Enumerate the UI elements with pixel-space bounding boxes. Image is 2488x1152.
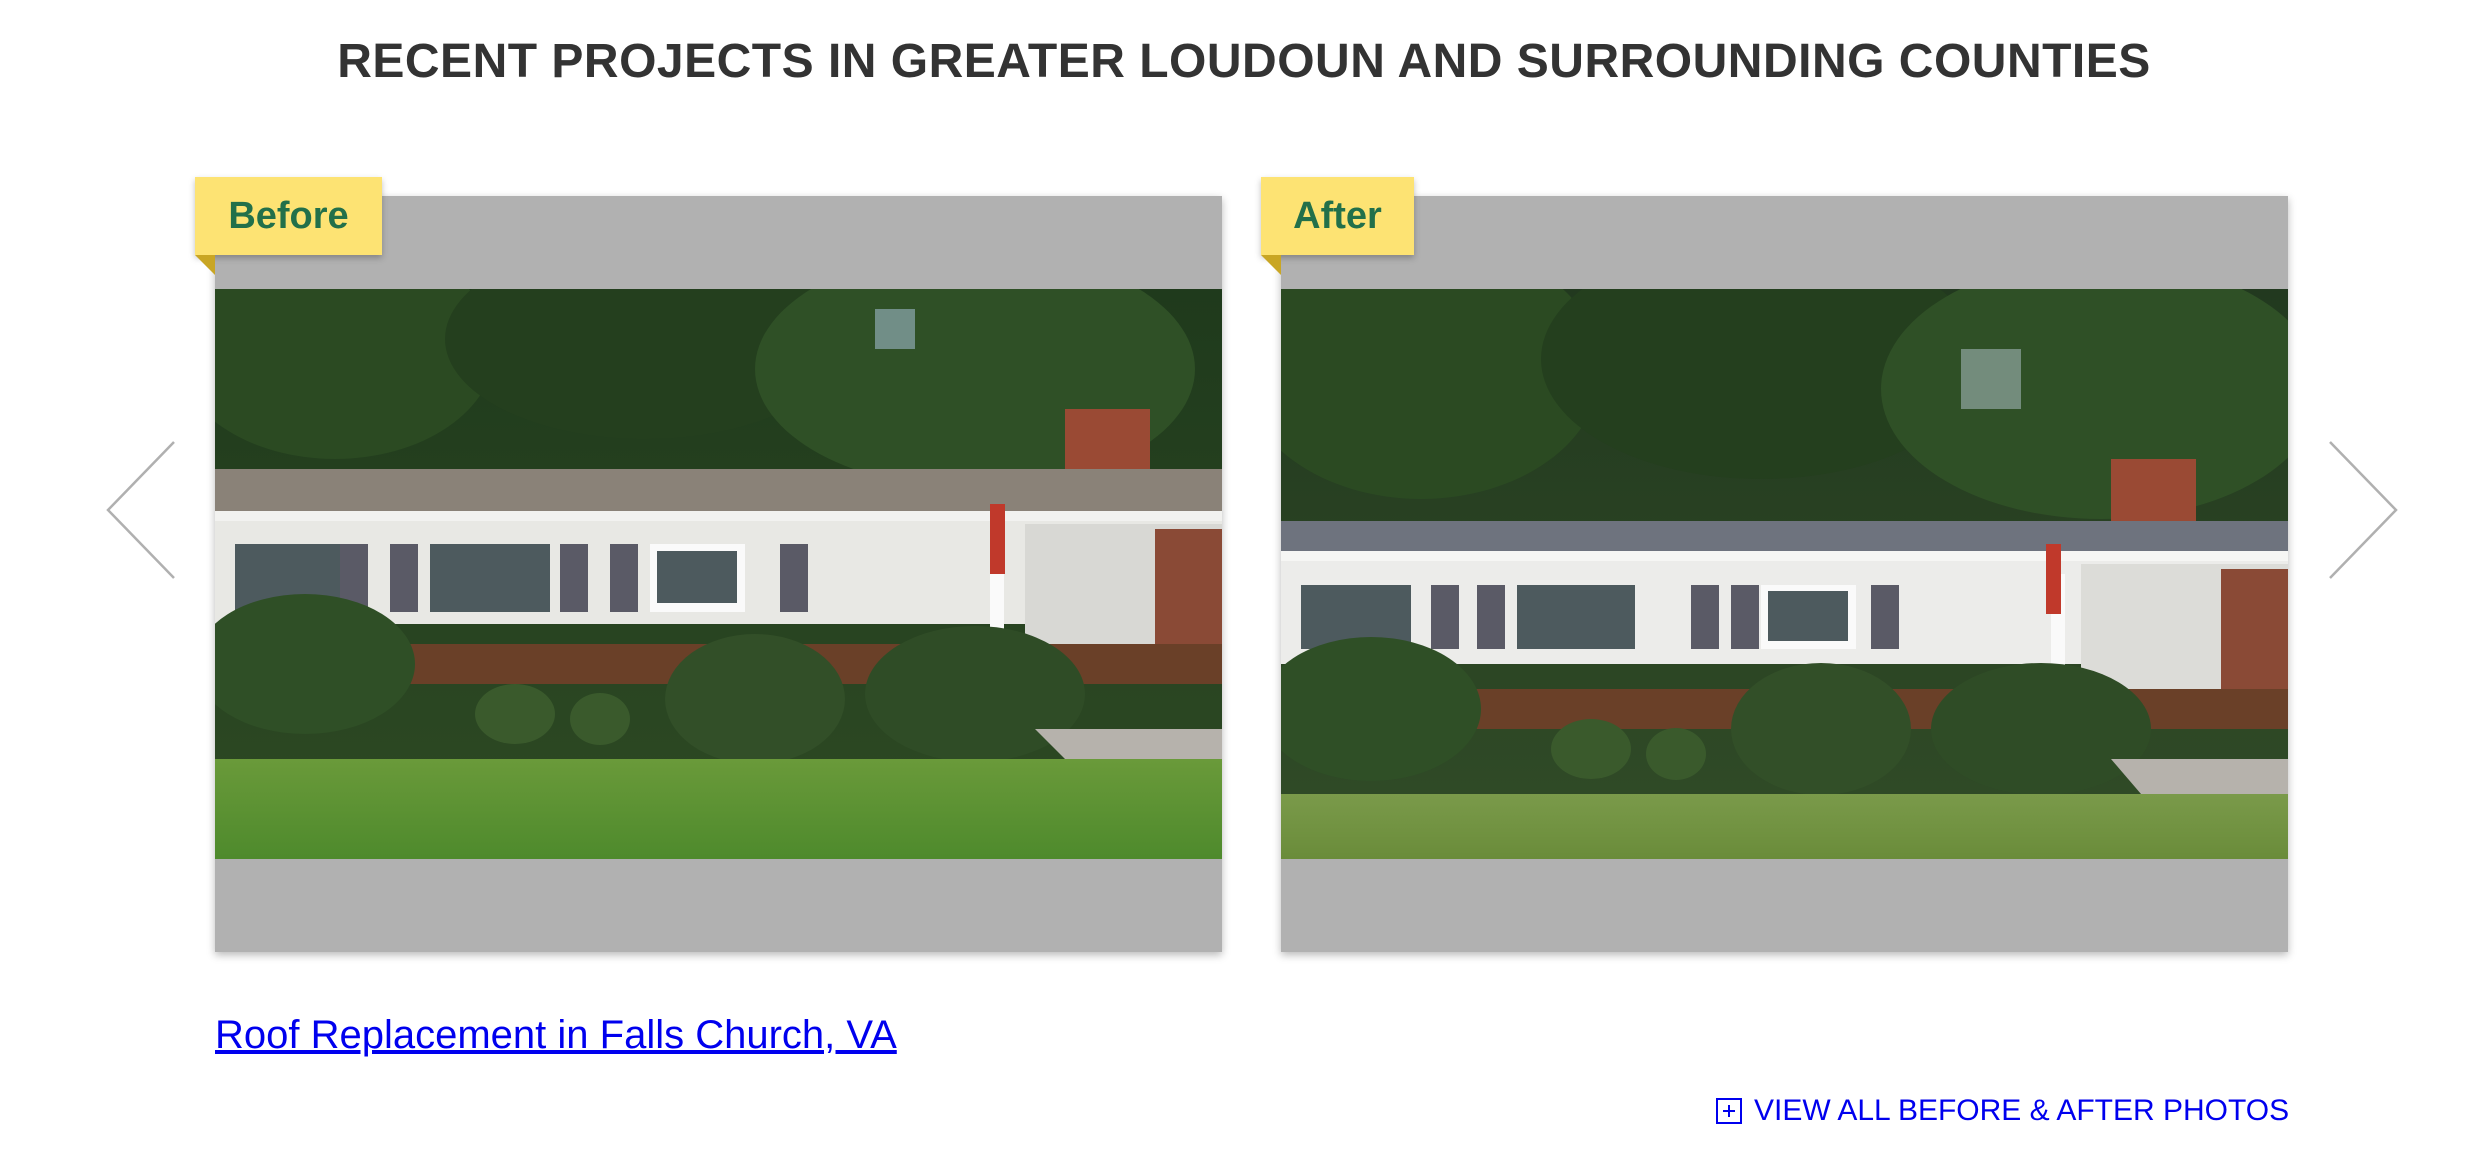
- after-photo-card: [1281, 196, 2288, 952]
- project-link[interactable]: Roof Replacement in Falls Church, VA: [215, 1013, 897, 1058]
- carousel-next-button[interactable]: [2324, 438, 2400, 582]
- section-title: RECENT PROJECTS IN GREATER LOUDOUN AND S…: [337, 35, 2151, 88]
- before-photo[interactable]: [215, 289, 1222, 859]
- chevron-right-icon: [2329, 441, 2398, 579]
- chevron-left-icon: [106, 441, 175, 579]
- view-all-label: VIEW ALL BEFORE & AFTER PHOTOS: [1754, 1094, 2290, 1127]
- before-label: Before: [195, 177, 382, 255]
- before-photo-card: [215, 196, 1222, 952]
- plus-box-icon: [1716, 1098, 1742, 1124]
- after-photo[interactable]: [1281, 289, 2288, 859]
- view-all-photos-link[interactable]: VIEW ALL BEFORE & AFTER PHOTOS: [1716, 1094, 2289, 1128]
- before-label-fold: [195, 255, 215, 275]
- after-label-fold: [1261, 255, 1281, 275]
- carousel-prev-button[interactable]: [104, 438, 180, 582]
- after-label: After: [1261, 177, 1414, 255]
